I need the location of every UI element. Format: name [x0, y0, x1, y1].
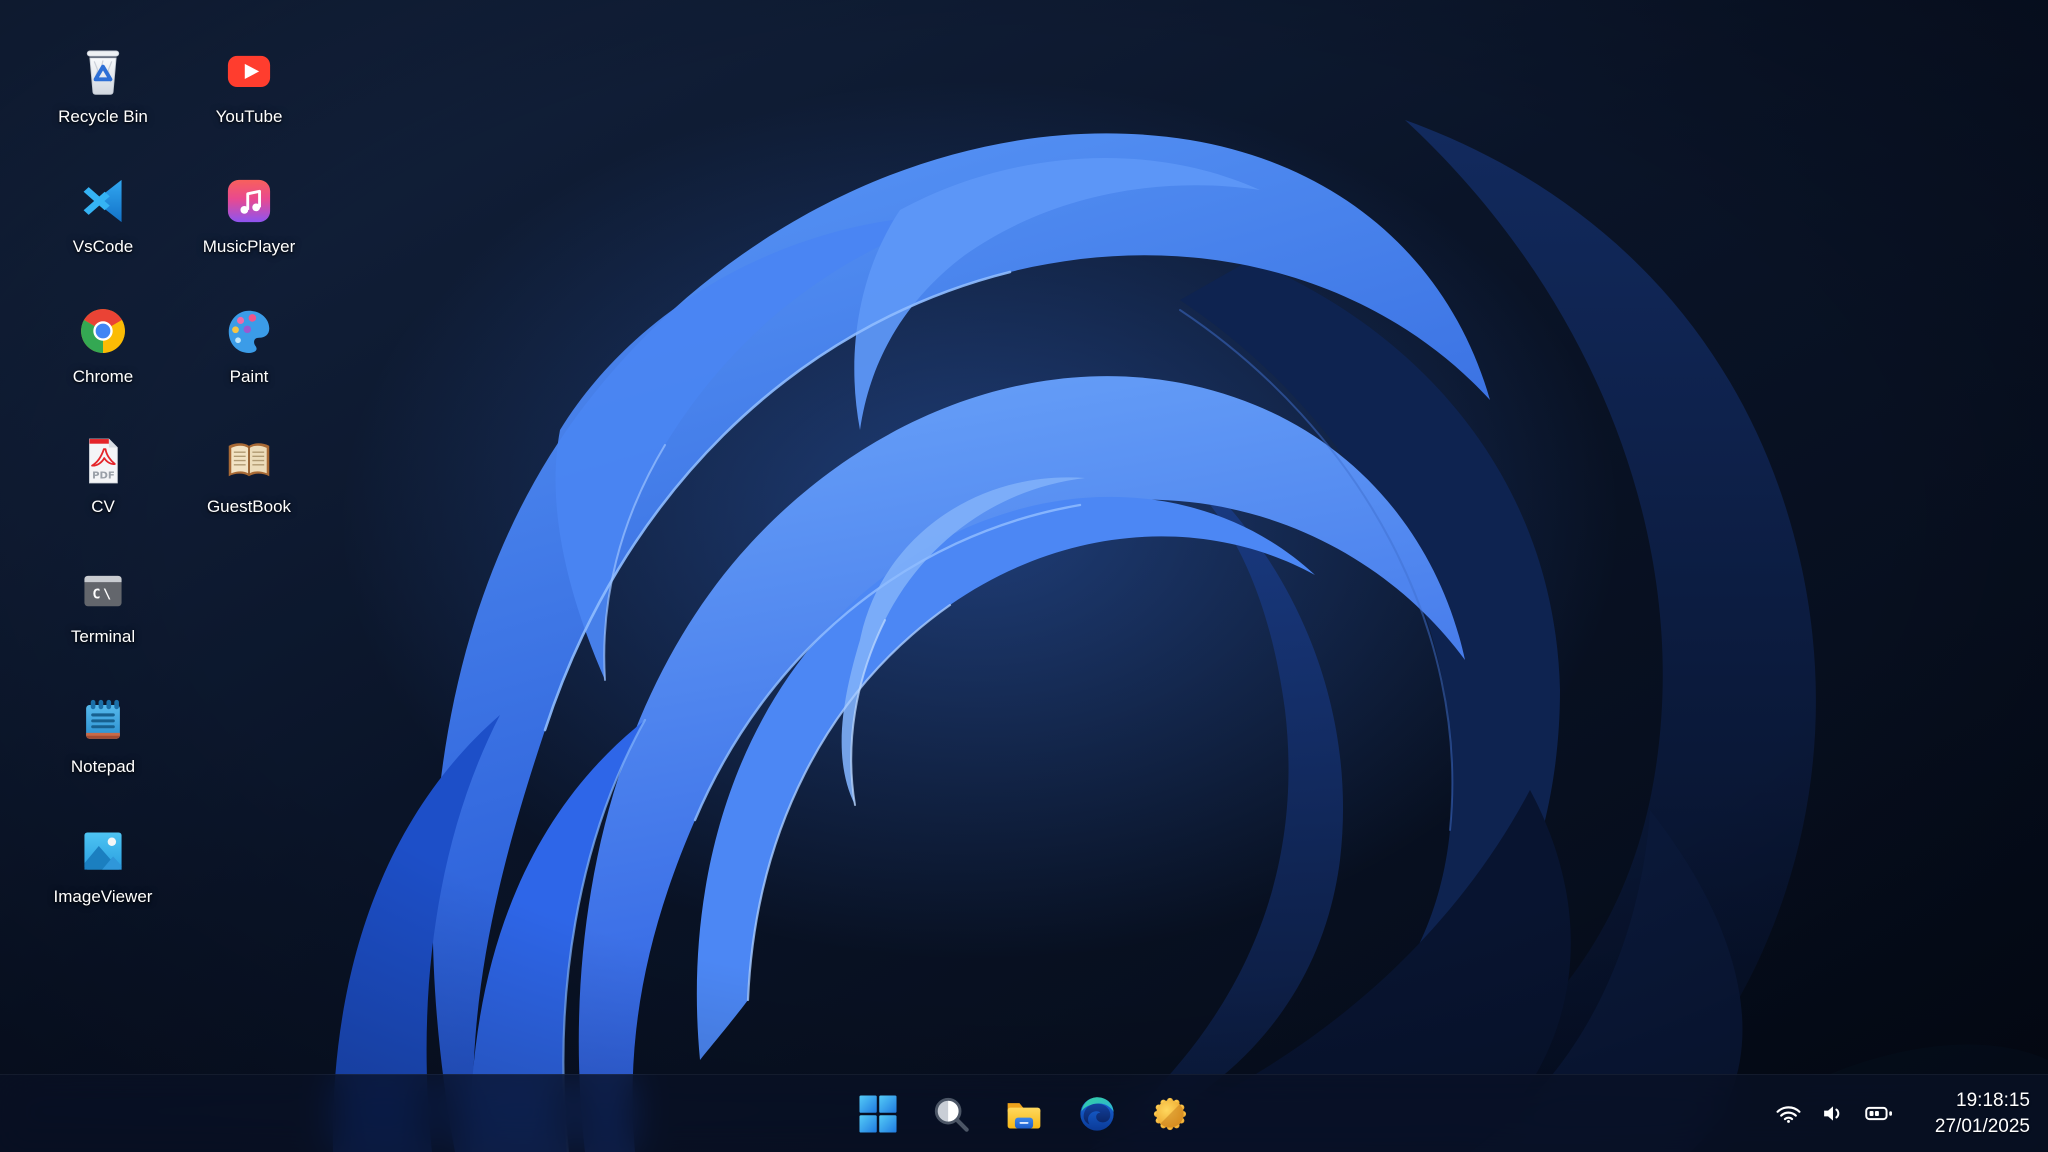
desktop-icon-youtube[interactable]: YouTube [179, 30, 319, 160]
desktop-icon-label: YouTube [216, 107, 283, 127]
edge-browser-icon [1077, 1094, 1117, 1134]
desktop-icon-label: VsCode [73, 237, 133, 257]
taskbar-clock[interactable]: 19:18:15 27/01/2025 [1912, 1088, 2030, 1138]
edge-browser-button[interactable] [1075, 1092, 1119, 1136]
start-button[interactable] [856, 1092, 900, 1136]
desktop-icon-chrome[interactable]: Chrome [33, 290, 173, 420]
desktop-icon-label: Chrome [73, 367, 133, 387]
taskbar-center-icons [856, 1075, 1192, 1152]
desktop-icon-notepad[interactable]: Notepad [33, 680, 173, 810]
sun-badge-icon [1149, 1093, 1191, 1135]
desktop-icon-cv[interactable]: PDF CV [33, 420, 173, 550]
sun-badge-button[interactable] [1148, 1092, 1192, 1136]
desktop-icon-label: GuestBook [207, 497, 291, 517]
notepad-icon [74, 692, 132, 750]
svg-text:PDF: PDF [92, 470, 115, 481]
volume-icon[interactable] [1821, 1103, 1846, 1124]
wifi-icon[interactable] [1775, 1103, 1802, 1124]
battery-icon[interactable] [1865, 1103, 1893, 1124]
search-button[interactable] [929, 1092, 973, 1136]
musicplayer-icon [220, 172, 278, 230]
desktop-icon-guestbook[interactable]: GuestBook [179, 420, 319, 550]
file-explorer-button[interactable] [1002, 1092, 1046, 1136]
desktop-icon-label: Notepad [71, 757, 135, 777]
desktop-icon-musicplayer[interactable]: MusicPlayer [179, 160, 319, 290]
windows-start-icon [859, 1095, 897, 1133]
vscode-icon [74, 172, 132, 230]
youtube-icon [220, 42, 278, 100]
desktop-icon-label: Paint [230, 367, 269, 387]
image-viewer-icon [74, 822, 132, 880]
chrome-icon [74, 302, 132, 360]
desktop-icon-label: Terminal [71, 627, 135, 647]
desktop-icon-imageviewer[interactable]: ImageViewer [33, 810, 173, 940]
open-book-icon [220, 432, 278, 490]
paint-palette-icon [220, 302, 278, 360]
desktop-icon-paint[interactable]: Paint [179, 290, 319, 420]
desktop-icon-vscode[interactable]: VsCode [33, 160, 173, 290]
desktop-icon-grid: Recycle Bin YouTube VsCode [30, 30, 322, 940]
desktop-icon-label: MusicPlayer [203, 237, 296, 257]
desktop-icon-label: CV [91, 497, 115, 517]
taskbar: 19:18:15 27/01/2025 [0, 1074, 2048, 1152]
desktop-icon-recycle-bin[interactable]: Recycle Bin [33, 30, 173, 160]
search-icon [932, 1095, 970, 1133]
desktop-icon-terminal[interactable]: C\ Terminal [33, 550, 173, 680]
pdf-document-icon: PDF [74, 432, 132, 490]
recycle-bin-icon [74, 42, 132, 100]
file-explorer-icon [1004, 1094, 1044, 1134]
desktop-icon-label: Recycle Bin [58, 107, 148, 127]
system-tray: 19:18:15 27/01/2025 [1775, 1075, 2030, 1152]
clock-time: 19:18:15 [1912, 1088, 2030, 1113]
clock-date: 27/01/2025 [1912, 1114, 2030, 1139]
terminal-icon: C\ [74, 562, 132, 620]
desktop-icon-label: ImageViewer [54, 887, 153, 907]
svg-text:C\: C\ [92, 587, 113, 603]
